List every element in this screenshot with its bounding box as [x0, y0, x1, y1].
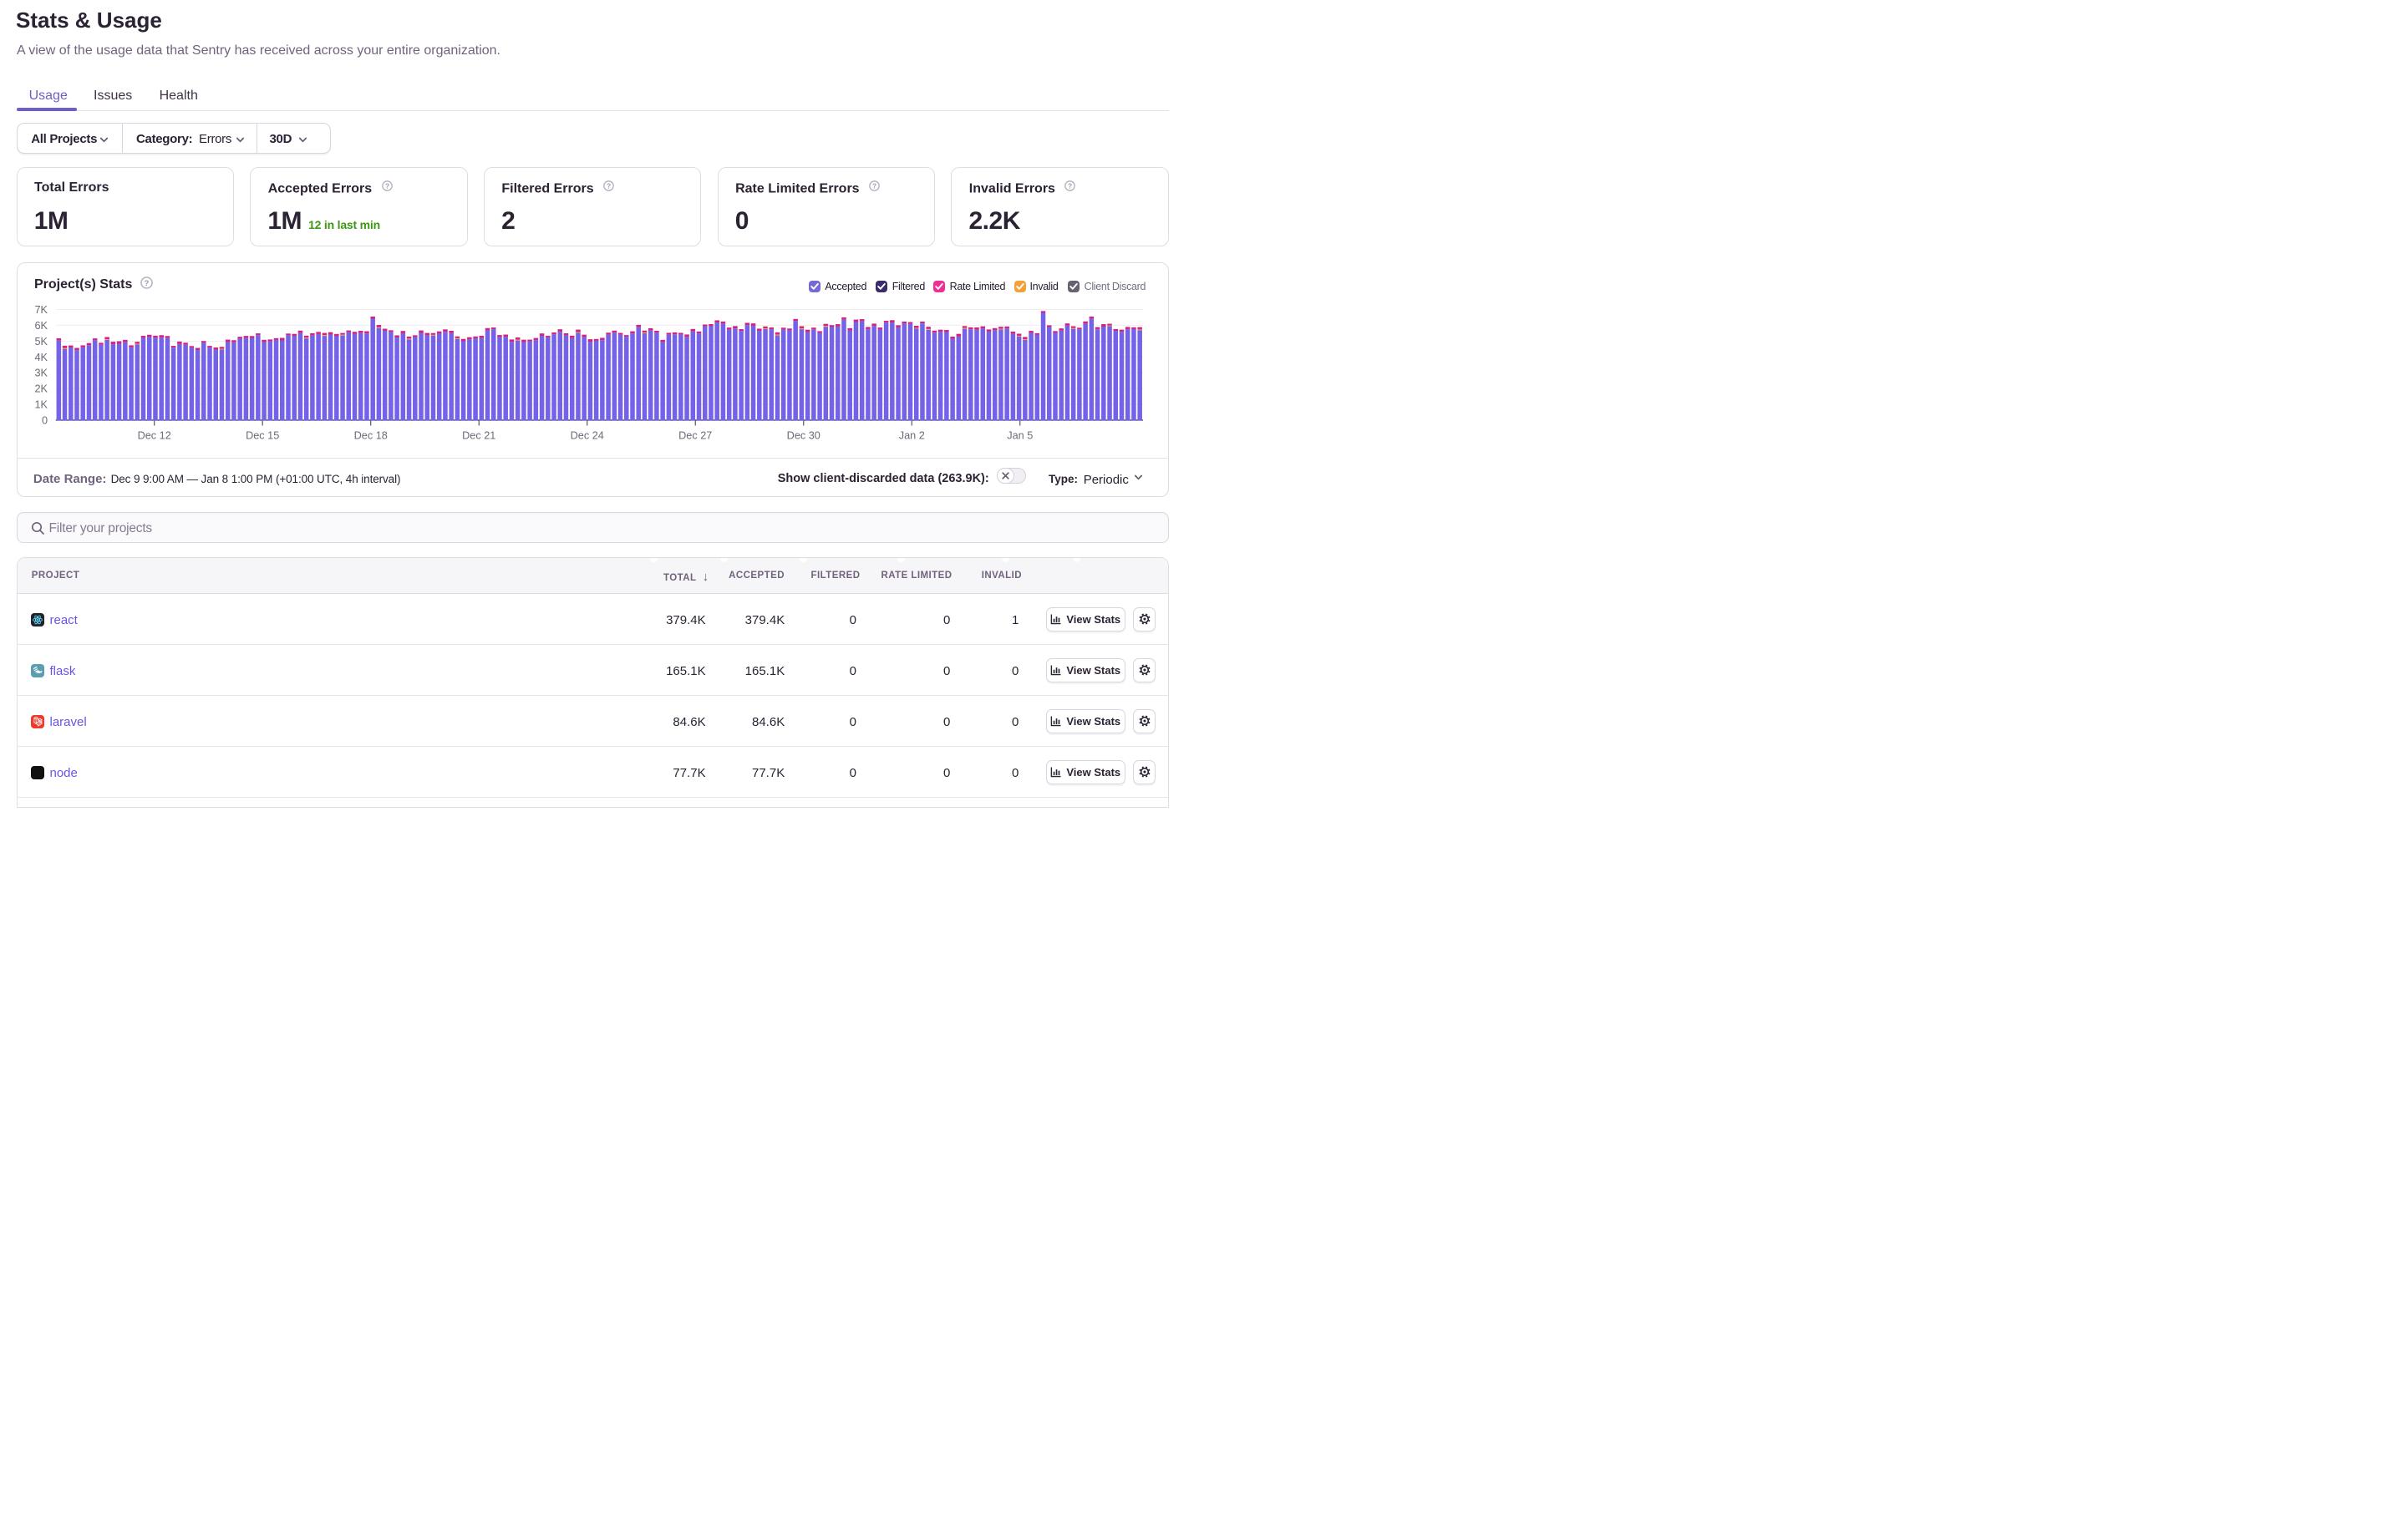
svg-text:Jan 5: Jan 5: [1007, 429, 1033, 441]
svg-text:Dec 30: Dec 30: [787, 429, 820, 441]
svg-text:?: ?: [607, 181, 611, 190]
svg-text:?: ?: [385, 181, 389, 190]
svg-text:0: 0: [42, 414, 48, 426]
svg-text:5K: 5K: [34, 336, 48, 347]
svg-text:7K: 7K: [34, 304, 48, 316]
svg-text:Jan 2: Jan 2: [899, 429, 925, 441]
svg-text:Dec 27: Dec 27: [678, 429, 712, 441]
svg-text:4K: 4K: [34, 352, 48, 363]
svg-text:2K: 2K: [34, 383, 48, 394]
svg-text:Dec 15: Dec 15: [246, 429, 279, 441]
svg-text:Dec 21: Dec 21: [462, 429, 495, 441]
svg-text:1K: 1K: [34, 398, 48, 410]
svg-text:Dec 12: Dec 12: [138, 429, 171, 441]
svg-text:Dec 18: Dec 18: [354, 429, 388, 441]
svg-text:Dec 24: Dec 24: [571, 429, 604, 441]
svg-text:6K: 6K: [34, 320, 48, 332]
svg-text:?: ?: [1068, 181, 1072, 190]
svg-text:3K: 3K: [34, 368, 48, 379]
svg-text:?: ?: [872, 181, 876, 190]
